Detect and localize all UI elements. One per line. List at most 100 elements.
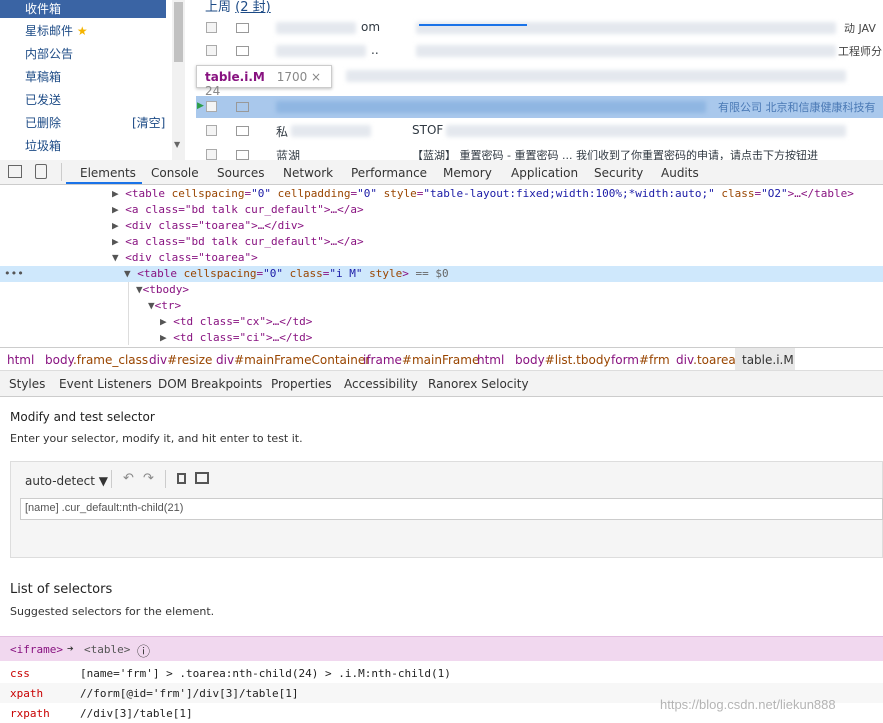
- sidebar-item-spam[interactable]: 垃圾箱: [25, 137, 61, 154]
- mail-subject: 【蓝湖】 重置密码 - 重置密码 ... 我们收到了你重置密码的申请，请点击下方…: [412, 149, 818, 160]
- copy-icon[interactable]: [177, 473, 186, 484]
- list-title: List of selectors: [10, 582, 113, 597]
- breadcrumb-item[interactable]: html: [477, 353, 504, 367]
- sidebar-scrollbar-thumb[interactable]: [174, 2, 183, 62]
- tab-memory[interactable]: Memory: [443, 166, 492, 180]
- tab-accessibility[interactable]: Accessibility: [344, 377, 418, 391]
- mail-subject: STOF: [412, 123, 444, 137]
- sidebar-item-label: 星标邮件: [25, 24, 74, 38]
- week-group-header: 上周 (2 封): [205, 0, 271, 15]
- row-checkbox[interactable]: [206, 149, 217, 160]
- tab-security[interactable]: Security: [594, 166, 643, 180]
- device-toolbar-icon[interactable]: [35, 164, 47, 179]
- list-subtitle: Suggested selectors for the element.: [10, 605, 215, 618]
- mail-sender: 私: [276, 125, 289, 139]
- tree-node[interactable]: ▼<tr>: [148, 298, 181, 314]
- tab-network[interactable]: Network: [283, 166, 333, 180]
- envelope-icon: [236, 150, 249, 160]
- week-count-link[interactable]: (2 封): [235, 0, 271, 15]
- open-window-icon[interactable]: [195, 472, 209, 484]
- row-checkbox[interactable]: [206, 45, 217, 56]
- tab-styles[interactable]: Styles: [9, 377, 45, 391]
- mail-row-highlighted[interactable]: ▶ 有限公司 北京和信康健康科技有: [196, 96, 883, 118]
- mail-subject: 工程师分: [838, 45, 882, 58]
- mail-sidebar: 收件箱 星标邮件 ★ 内部公告 草稿箱 已发送 已删除 [清空] 垃圾箱 ▼: [0, 0, 185, 160]
- breadcrumb-item[interactable]: html: [7, 353, 34, 367]
- envelope-icon: [236, 102, 249, 112]
- sidebar-item-announcements[interactable]: 内部公告: [25, 45, 73, 62]
- tree-node[interactable]: ▶ <table cellspacing="0" cellpadding="0"…: [112, 186, 854, 202]
- mail-row[interactable]: 蓝湖 【蓝湖】 重置密码 - 重置密码 ... 我们收到了你重置密码的申请，请点…: [196, 144, 883, 160]
- sidebar-item-sent[interactable]: 已发送: [25, 91, 61, 108]
- selection-marker-icon: ▶: [197, 101, 204, 111]
- context-table: <table>: [84, 643, 131, 656]
- tab-dom-breakpoints[interactable]: DOM Breakpoints: [158, 377, 262, 391]
- info-icon[interactable]: ⓘ: [137, 641, 150, 660]
- mail-row[interactable]: om 动 JAV: [196, 17, 883, 39]
- mail-row[interactable]: 私 STOF: [196, 120, 883, 142]
- breadcrumb-item[interactable]: body#list.tbody: [515, 353, 611, 367]
- node-menu-dots[interactable]: •••: [4, 266, 24, 282]
- breadcrumb-item[interactable]: body.frame_class: [45, 353, 148, 367]
- undo-icon[interactable]: ↶: [123, 471, 134, 486]
- tree-node[interactable]: ▼<tbody>: [136, 282, 189, 298]
- elements-tree: ▶ <table cellspacing="0" cellpadding="0"…: [0, 185, 883, 345]
- selector-row[interactable]: css [name='frm'] > .toarea:nth-child(24) …: [0, 663, 883, 683]
- arrow-right-icon: ➔: [67, 642, 74, 655]
- tab-console[interactable]: Console: [151, 166, 199, 180]
- breadcrumb-item-selected[interactable]: table.i.M: [742, 353, 794, 367]
- envelope-icon: [236, 23, 249, 33]
- mail-subject: 有限公司 北京和信康健康科技有: [718, 101, 876, 114]
- tree-node[interactable]: ▶ <div class="toarea">…</div>: [112, 218, 304, 234]
- breadcrumb-item[interactable]: div#mainFrameContainer: [216, 353, 370, 367]
- auto-detect-dropdown[interactable]: auto-detect ▼: [25, 474, 108, 488]
- tab-sources[interactable]: Sources: [217, 166, 264, 180]
- selector-input[interactable]: [name] .cur_default:nth-child(21): [20, 498, 883, 520]
- breadcrumb: html body.frame_class div#resize div#mai…: [0, 347, 883, 371]
- tab-performance[interactable]: Performance: [351, 166, 427, 180]
- tab-audits[interactable]: Audits: [661, 166, 699, 180]
- tree-node[interactable]: ▶ <td class="ci">…</td>: [160, 330, 312, 345]
- tab-ranorex-selocity[interactable]: Ranorex Selocity: [428, 377, 529, 391]
- element-tooltip: table.i.M 1700 × 24: [196, 65, 332, 98]
- redo-icon[interactable]: ↷: [143, 471, 154, 486]
- selector-context-header: <iframe> ➔ <table> ⓘ: [0, 636, 883, 661]
- envelope-icon: [236, 126, 249, 136]
- tab-properties[interactable]: Properties: [271, 377, 332, 391]
- breadcrumb-item[interactable]: iframe#mainFrame: [363, 353, 479, 367]
- breadcrumb-item[interactable]: div#resize: [149, 353, 212, 367]
- clear-trash-link[interactable]: [清空]: [132, 114, 165, 131]
- tree-node[interactable]: ▼ <div class="toarea">: [112, 250, 258, 266]
- sidebar-item-starred[interactable]: 星标邮件 ★: [25, 22, 88, 39]
- tree-node[interactable]: ▶ <td class="cx">…</td>: [160, 314, 312, 330]
- sidebar-item-drafts[interactable]: 草稿箱: [25, 68, 61, 85]
- inspect-element-icon[interactable]: [8, 165, 22, 178]
- breadcrumb-item[interactable]: div.toarea: [676, 353, 736, 367]
- breadcrumb-item[interactable]: form#frm: [611, 353, 670, 367]
- tab-event-listeners[interactable]: Event Listeners: [59, 377, 152, 391]
- tree-node[interactable]: ▶ <a class="bd talk cur_default">…</a>: [112, 234, 364, 250]
- watermark: https://blog.csdn.net/liekun888: [660, 697, 836, 712]
- mail-subject: 动 JAV: [844, 22, 876, 35]
- tree-node-selected[interactable]: ▼ <table cellspacing="0" class="i M" sty…: [124, 266, 449, 282]
- sidebar-item-inbox[interactable]: 收件箱: [0, 0, 166, 18]
- mail-sender: 蓝湖: [276, 149, 301, 160]
- tooltip-selector: table.i.M: [205, 70, 265, 84]
- mail-sender: ..: [371, 43, 379, 57]
- screen: 收件箱 星标邮件 ★ 内部公告 草稿箱 已发送 已删除 [清空] 垃圾箱 ▼ 上…: [0, 0, 883, 723]
- tree-node[interactable]: ▶ <a class="bd talk cur_default">…</a>: [112, 202, 364, 218]
- row-checkbox[interactable]: [206, 101, 217, 112]
- tab-application[interactable]: Application: [511, 166, 578, 180]
- tab-elements[interactable]: Elements: [80, 166, 136, 180]
- sidebar-item-deleted[interactable]: 已删除: [25, 114, 61, 131]
- modify-subtitle: Enter your selector, modify it, and hit …: [10, 432, 303, 445]
- context-iframe: <iframe>: [10, 643, 63, 656]
- scroll-down-icon[interactable]: ▼: [174, 140, 180, 149]
- row-checkbox[interactable]: [206, 22, 217, 33]
- mail-sender: om: [361, 20, 381, 34]
- row-checkbox[interactable]: [206, 125, 217, 136]
- star-icon: ★: [76, 24, 88, 38]
- active-tab-indicator: [66, 182, 142, 184]
- modify-title: Modify and test selector: [10, 410, 155, 424]
- mail-row[interactable]: .. 工程师分: [196, 40, 883, 62]
